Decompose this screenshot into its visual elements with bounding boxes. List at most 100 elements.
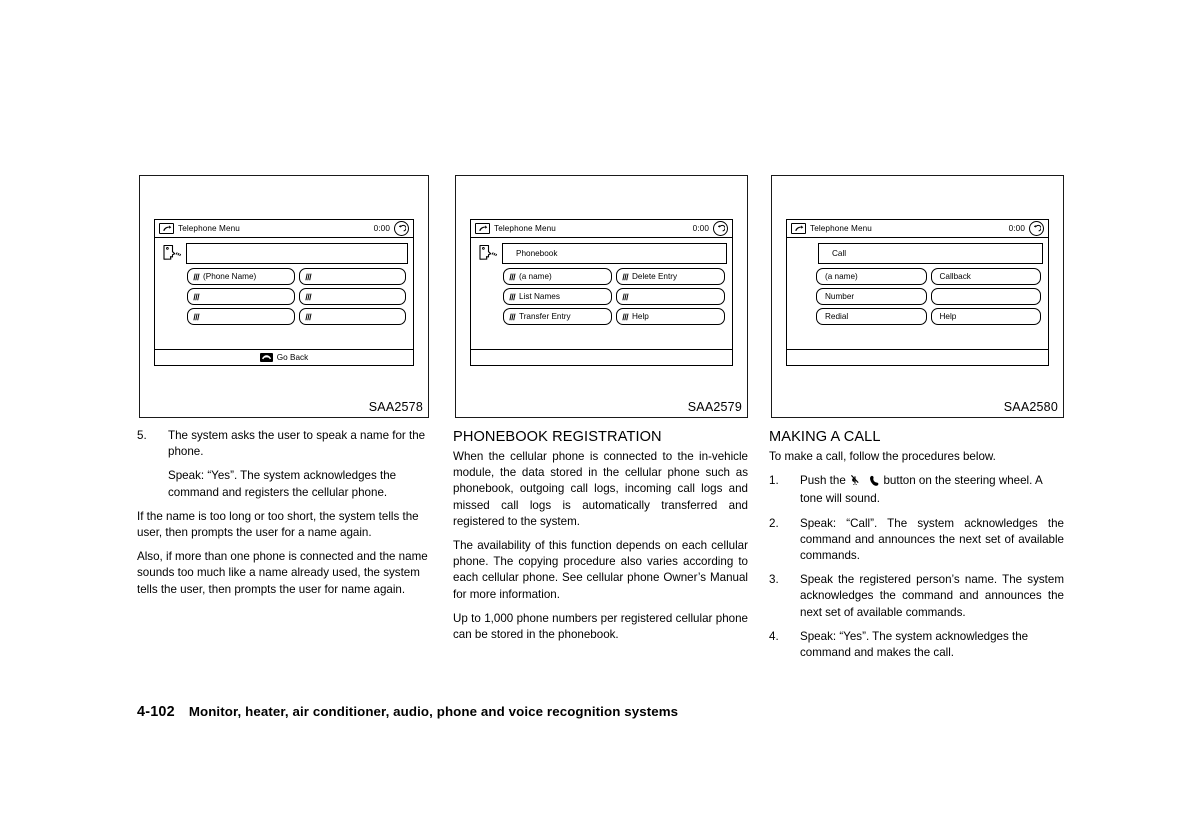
- screen-clock: 0:00: [373, 224, 390, 233]
- command-button[interactable]: Redial: [816, 308, 927, 325]
- voice-wave-icon: [622, 313, 629, 321]
- speaking-face-icon: [476, 242, 498, 264]
- command-button[interactable]: [187, 308, 295, 325]
- section-heading: MAKING A CALL: [769, 429, 881, 445]
- list-item-number: 3.: [769, 573, 779, 587]
- list-item: 3. Speak the registered person’s name. T…: [769, 572, 1064, 621]
- command-button-label: (Phone Name): [203, 272, 257, 281]
- list-item-number: 5.: [137, 429, 147, 442]
- list-item: 4. Speak: “Yes”. The system acknowledges…: [769, 629, 1064, 661]
- paragraph: The availability of this function depend…: [453, 539, 748, 601]
- figure-saa2579: Telephone Menu 0:00 Phonebook (a name) D…: [455, 175, 748, 418]
- command-button[interactable]: Help: [930, 308, 1041, 325]
- phone-handset-icon: [159, 222, 174, 235]
- go-back-label: Go Back: [276, 353, 309, 362]
- voice-wave-icon: [622, 273, 629, 281]
- page-footer: 4-102 Monitor, heater, air conditioner, …: [137, 704, 678, 720]
- command-button[interactable]: Help: [616, 308, 725, 325]
- screen-title: Telephone Menu: [810, 224, 872, 233]
- voice-wave-icon: [304, 313, 312, 321]
- voice-wave-icon: [304, 293, 312, 301]
- figure-saa2578: Telephone Menu 0:00 (Phone Name) Go Back…: [139, 175, 429, 418]
- nav-screen-2: Telephone Menu 0:00 Phonebook (a name) D…: [470, 219, 733, 366]
- voice-wave-icon: [622, 293, 629, 301]
- screen-titlebar: Telephone Menu 0:00: [155, 220, 413, 238]
- hangup-handset-icon: [259, 352, 273, 363]
- command-button[interactable]: Callback: [930, 268, 1041, 285]
- text-column-right: MAKING A CALL To make a call, follow the…: [769, 428, 1064, 669]
- command-button[interactable]: [298, 268, 406, 285]
- back-arrow-icon[interactable]: [713, 221, 728, 236]
- back-arrow-icon[interactable]: [1029, 221, 1044, 236]
- screen-title: Telephone Menu: [178, 224, 240, 233]
- command-button-grid: (a name) Callback Number Redial Help: [792, 268, 1043, 325]
- screen-titlebar: Telephone Menu 0:00: [787, 220, 1048, 238]
- voice-wave-icon: [509, 273, 516, 281]
- back-arrow-icon[interactable]: [394, 221, 409, 236]
- command-button[interactable]: [930, 288, 1041, 305]
- screen-body: Call (a name) Callback Number Redial Hel…: [787, 238, 1048, 328]
- screen-footer-bar: [471, 349, 732, 365]
- command-button[interactable]: Delete Entry: [616, 268, 725, 285]
- voice-wave-icon: [304, 273, 312, 281]
- section-heading: PHONEBOOK REGISTRATION: [453, 429, 662, 445]
- command-button-label: Help: [632, 312, 649, 321]
- phone-handset-icon: [791, 222, 806, 235]
- list-item-text: The system asks the user to speak a name…: [168, 429, 426, 459]
- list-item: 5. The system asks the user to speak a n…: [137, 428, 432, 460]
- list-item-text: Speak: “Call”. The system acknowledges t…: [800, 516, 1064, 563]
- command-button[interactable]: (Phone Name): [187, 268, 295, 285]
- screen-titlebar: Telephone Menu 0:00: [471, 220, 732, 238]
- nav-screen-3: Telephone Menu 0:00 Call (a name) Callba…: [786, 219, 1049, 366]
- voice-prompt-field: Call: [818, 242, 1043, 264]
- paragraph: When the cellular phone is connected to …: [453, 450, 748, 528]
- list-item: 1. Push the button on the steering wheel…: [769, 473, 1064, 507]
- voice-prompt-row: Phonebook: [476, 242, 727, 264]
- screen-clock: 0:00: [692, 224, 709, 233]
- command-button[interactable]: List Names: [503, 288, 612, 305]
- voice-wave-icon: [193, 313, 200, 321]
- list-item-subparagraph: Speak: “Yes”. The system acknowledges th…: [168, 469, 397, 499]
- command-button[interactable]: Transfer Entry: [503, 308, 612, 325]
- command-button[interactable]: [298, 308, 406, 325]
- command-button-label: (a name): [825, 272, 858, 281]
- figure-caption: SAA2580: [1003, 400, 1058, 414]
- screen-clock: 0:00: [1008, 224, 1025, 233]
- paragraph: If the name is too long or too short, th…: [137, 509, 419, 540]
- page-number: 4-102: [137, 704, 175, 720]
- phone-handset-icon: [475, 222, 490, 235]
- list-item: 2. Speak: “Call”. The system acknowledge…: [769, 516, 1064, 565]
- list-item-number: 1.: [769, 474, 779, 488]
- list-item-number: 4.: [769, 629, 779, 643]
- command-button-label: List Names: [519, 292, 560, 301]
- command-button[interactable]: (a name): [816, 268, 927, 285]
- command-button[interactable]: [187, 288, 295, 305]
- command-button-label: Redial: [825, 312, 849, 321]
- phone-handset-icon: [868, 475, 879, 491]
- command-button-grid: (Phone Name): [160, 268, 408, 325]
- nav-screen-1: Telephone Menu 0:00 (Phone Name) Go Back: [154, 219, 414, 366]
- voice-prompt-row: [160, 242, 408, 264]
- voice-wave-icon: [193, 293, 200, 301]
- face-icon-spacer: [792, 242, 814, 264]
- list-item-number: 2.: [769, 516, 779, 530]
- command-button-label: Help: [939, 312, 957, 321]
- voice-command-icon: [850, 474, 863, 491]
- voice-wave-icon: [509, 313, 516, 321]
- command-button[interactable]: Number: [816, 288, 927, 305]
- paragraph: Also, if more than one phone is connecte…: [137, 550, 428, 596]
- command-button-label: Number: [825, 292, 855, 301]
- screen-footer-bar: [787, 349, 1048, 365]
- go-back-bar[interactable]: Go Back: [155, 349, 413, 365]
- command-button[interactable]: [298, 288, 406, 305]
- screen-body: Phonebook (a name) Delete Entry List Nam…: [471, 238, 732, 328]
- command-button[interactable]: (a name): [503, 268, 612, 285]
- command-button-label: Callback: [939, 272, 971, 281]
- command-button[interactable]: [616, 288, 725, 305]
- voice-prompt-row: Call: [792, 242, 1043, 264]
- list-item-text: Speak the registered person’s name. The …: [800, 573, 1064, 619]
- command-button-label: (a name): [519, 272, 552, 281]
- voice-wave-icon: [193, 273, 200, 281]
- command-button-label: Delete Entry: [632, 272, 678, 281]
- voice-wave-icon: [509, 293, 516, 301]
